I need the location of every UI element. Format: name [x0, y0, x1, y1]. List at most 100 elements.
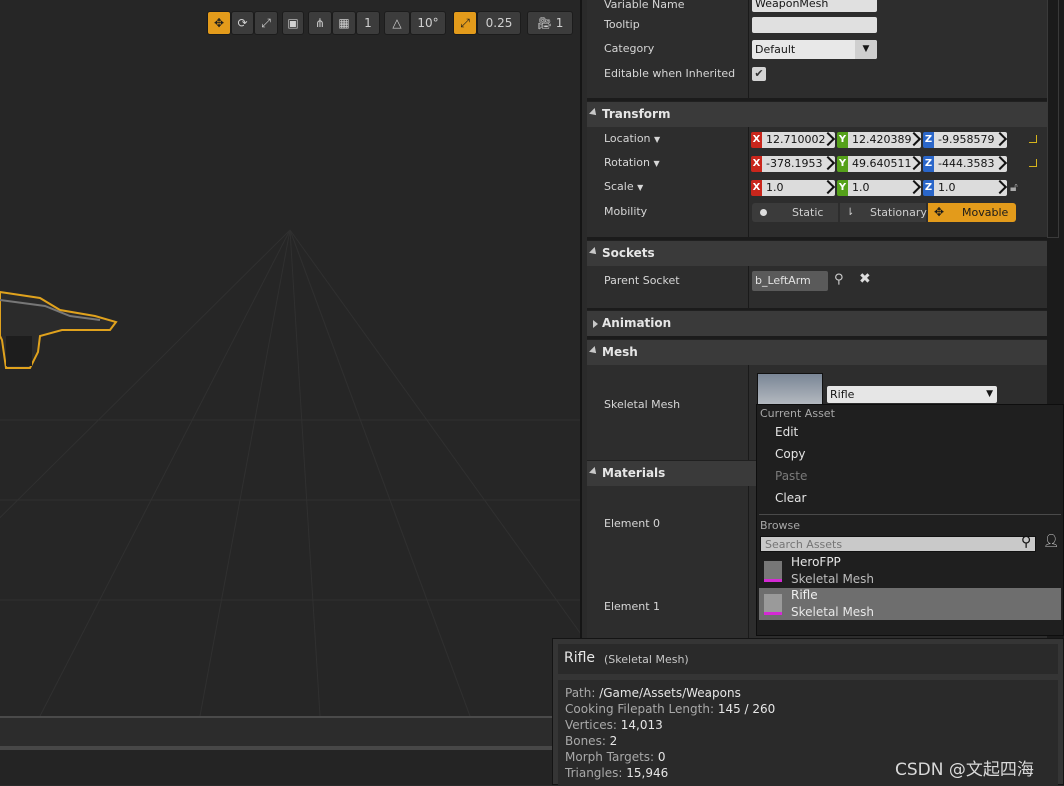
sockets-section: Parent Socket b_LeftArm ⚲ ✖ — [587, 266, 1047, 308]
rotation-z-input[interactable]: -444.3583 — [934, 156, 1007, 172]
tooltip-stat-row: Triangles: 15,946 — [565, 766, 668, 780]
search-icon[interactable]: ⚲ — [834, 272, 844, 287]
location-y-input[interactable]: 12.420389 — [848, 132, 921, 148]
tooltip-header: Rifle (Skeletal Mesh) — [558, 644, 1058, 674]
transform-category[interactable]: Transform — [587, 101, 1047, 127]
current-asset-heading: Current Asset — [760, 407, 835, 420]
rotation-snap-dropdown[interactable]: 10° — [410, 11, 446, 35]
scale-snap-value: 0.25 — [485, 16, 513, 30]
scale-x-input[interactable]: 1.0 — [762, 180, 835, 196]
menu-item-clear[interactable]: Clear — [775, 491, 806, 505]
grid-snap-button[interactable]: ▦ — [332, 11, 356, 35]
level-viewport[interactable]: ✥ ⟳ ⤢ ▣ ⋔ ▦ 1 △ 10° ⤢ 0.25 🎥︎ 1 — [0, 0, 582, 716]
location-z-axis: Z — [923, 132, 934, 148]
mobility-movable-button[interactable]: ✥ Movable — [928, 203, 1016, 222]
lock-icon[interactable]: 🔓︎ — [1010, 180, 1018, 195]
menu-item-copy[interactable]: Copy — [775, 447, 805, 461]
scale-snap-dropdown[interactable]: 0.25 — [477, 11, 521, 35]
tooltip-stat-value: 0 — [657, 750, 666, 764]
rotation-label[interactable]: Rotation ▼ — [604, 156, 660, 169]
editable-inherited-checkbox[interactable]: ✔ — [752, 67, 766, 81]
translate-mode-button[interactable]: ✥ — [207, 11, 231, 35]
mesh-category[interactable]: Mesh — [587, 339, 1047, 365]
mobility-stationary-button[interactable]: ⇂ Stationary — [840, 203, 927, 222]
sockets-title: Sockets — [602, 246, 655, 260]
world-local-button[interactable]: ▣ — [282, 11, 304, 35]
watermark-text: CSDN @文起四海 — [895, 760, 1034, 780]
content-browser-bar — [0, 746, 580, 785]
sockets-category[interactable]: Sockets — [587, 240, 1047, 266]
category-value: Default — [755, 43, 796, 56]
clear-icon[interactable]: ✖ — [859, 271, 871, 287]
rifle-mesh[interactable] — [0, 290, 118, 369]
asset-picker-menu: Current Asset Edit Copy Paste Clear Brow… — [756, 404, 1064, 636]
mobility-static-button[interactable]: Static — [752, 203, 838, 222]
static-icon — [760, 209, 767, 216]
parent-socket-label: Parent Socket — [604, 274, 680, 287]
scale-snap-button[interactable]: ⤢ — [453, 11, 477, 35]
skeletal-mesh-dropdown[interactable]: Rifle ▼ — [827, 386, 997, 403]
collapse-arrow-icon — [593, 320, 598, 328]
tooltip-stat-key: Vertices: — [565, 718, 621, 732]
drag-arrow-icon — [820, 156, 835, 171]
mobility-label: Mobility — [604, 205, 648, 218]
drag-arrow-icon — [992, 132, 1007, 147]
element-1-label: Element 1 — [604, 600, 661, 613]
column-divider — [748, 486, 749, 641]
rotation-y-input[interactable]: 49.640511 — [848, 156, 921, 172]
grid-size-dropdown[interactable]: 1 — [356, 11, 380, 35]
asset-list-item[interactable]: HeroFPP Skeletal Mesh — [759, 555, 1061, 587]
rotate-mode-button[interactable]: ⟳ — [231, 11, 254, 35]
animation-title: Animation — [602, 316, 672, 330]
expand-arrow-icon — [589, 108, 599, 118]
tooltip-stat-row: Cooking Filepath Length: 145 / 260 — [565, 702, 775, 716]
reset-to-default-icon[interactable] — [1029, 135, 1037, 143]
scale-z-input[interactable]: 1.0 — [934, 180, 1007, 196]
expand-arrow-icon — [589, 247, 599, 257]
variable-name-input[interactable]: WeaponMesh — [752, 0, 877, 12]
chevron-down-icon: ▼ — [654, 135, 661, 144]
search-icon[interactable]: ⚲ — [1021, 534, 1031, 550]
scale-label[interactable]: Scale ▼ — [604, 180, 643, 193]
materials-title: Materials — [602, 466, 666, 480]
location-z-input[interactable]: -9.958579 — [934, 132, 1007, 148]
scale-mode-button[interactable]: ⤢ — [254, 11, 278, 35]
menu-item-paste[interactable]: Paste — [775, 469, 807, 483]
scale-y-input[interactable]: 1.0 — [848, 180, 921, 196]
asset-list-item-selected[interactable]: Rifle Skeletal Mesh — [759, 588, 1061, 620]
rotation-snap-value: 10° — [417, 16, 439, 30]
tooltip-asset-type: (Skeletal Mesh) — [604, 653, 689, 666]
parent-socket-input[interactable]: b_LeftArm — [752, 271, 828, 291]
surface-snap-button[interactable]: ⋔ — [308, 11, 332, 35]
transform-title: Transform — [602, 107, 671, 121]
asset-name: HeroFPP — [791, 555, 841, 569]
tooltip-stat-value: 2 — [609, 734, 618, 748]
rotation-snap-button[interactable]: △ — [384, 11, 410, 35]
rotation-x-input[interactable]: -378.1953 — [762, 156, 835, 172]
variable-section: Variable Name WeaponMesh Tooltip Categor… — [587, 0, 1047, 98]
viewport-grid — [0, 229, 580, 716]
menu-item-edit[interactable]: Edit — [775, 425, 798, 439]
mesh-thumbnail[interactable] — [757, 373, 823, 407]
reset-to-default-icon[interactable] — [1029, 159, 1037, 167]
camera-speed-button[interactable]: 🎥︎ 1 — [527, 11, 573, 35]
user-icon[interactable]: 👤︎ — [1043, 534, 1060, 549]
asset-type: Skeletal Mesh — [791, 605, 875, 619]
location-x-input[interactable]: 12.710002 — [762, 132, 835, 148]
stationary-icon: ⇂ — [846, 207, 855, 218]
category-dropdown[interactable]: Default ▼ — [752, 40, 877, 59]
location-label[interactable]: Location ▼ — [604, 132, 660, 145]
column-divider — [748, 365, 749, 460]
tooltip-input[interactable] — [752, 17, 877, 33]
scale-snap-icon: ⤢ — [460, 15, 470, 30]
tooltip-stat-value: 14,013 — [620, 718, 663, 732]
scale-z-axis: Z — [923, 180, 934, 196]
animation-category[interactable]: Animation — [587, 310, 1047, 336]
angle-icon: △ — [392, 16, 402, 30]
search-assets-input[interactable] — [760, 536, 1036, 552]
rotation-z-axis: Z — [923, 156, 934, 172]
details-scrollbar[interactable] — [1047, 0, 1059, 238]
tooltip-stat-row: Bones: 2 — [565, 734, 617, 748]
checkmark-icon: ✔ — [754, 67, 764, 80]
column-divider — [748, 0, 749, 98]
